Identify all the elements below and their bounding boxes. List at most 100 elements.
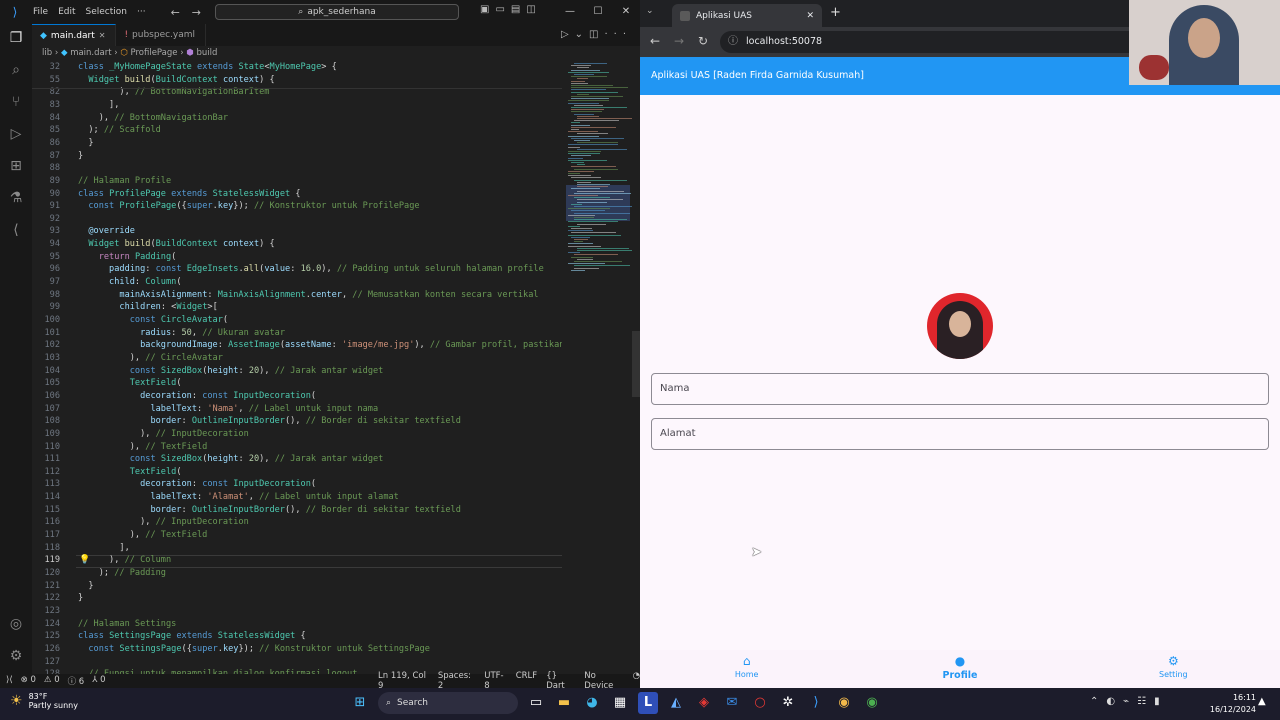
- chatgpt-icon[interactable]: ✲: [778, 692, 798, 714]
- editor-scrollbar[interactable]: [632, 61, 640, 674]
- code-line[interactable]: return Padding(: [78, 252, 177, 262]
- source-control-icon[interactable]: ⑂: [0, 94, 32, 110]
- nav-item-setting[interactable]: ⚙ Setting: [1067, 650, 1280, 688]
- explorer-icon[interactable]: ❐: [0, 30, 32, 46]
- close-tab-icon[interactable]: ✕: [806, 11, 814, 21]
- forward-icon[interactable]: →: [674, 34, 684, 48]
- reload-icon[interactable]: ↻: [698, 34, 708, 48]
- code-line[interactable]: // Halaman Profile: [78, 176, 171, 186]
- tab-main-dart[interactable]: ◆ main.dart ✕: [32, 24, 117, 47]
- app-l-icon[interactable]: L: [638, 692, 658, 714]
- code-line[interactable]: ],: [78, 100, 119, 110]
- code-line[interactable]: Widget build(BuildContext context) {: [78, 239, 274, 249]
- scrollbar-thumb[interactable]: [632, 331, 640, 397]
- menu-edit[interactable]: Edit: [53, 7, 80, 17]
- code-line[interactable]: class SettingsPage extends StatelessWidg…: [78, 631, 306, 641]
- code-line[interactable]: ), // Column: [78, 555, 171, 565]
- code-line[interactable]: ],: [78, 543, 129, 553]
- close-button[interactable]: ✕: [612, 0, 640, 24]
- edge-icon[interactable]: ◕: [582, 692, 602, 714]
- code-line[interactable]: const CircleAvatar(: [78, 315, 228, 325]
- code-line[interactable]: class ProfilePage extends StatelessWidge…: [78, 189, 301, 199]
- system-tray-icons[interactable]: ⌃◐⌁☷▮: [1090, 696, 1168, 707]
- code-line[interactable]: ), // BottomNavigationBar: [78, 113, 228, 123]
- code-line[interactable]: }: [78, 581, 93, 591]
- code-line[interactable]: class _MyHomePageState extends State<MyH…: [78, 62, 337, 72]
- vscode-taskbar-icon[interactable]: ⟩: [806, 692, 826, 714]
- code-editor[interactable]: 32 class _MyHomePageState extends State<M…: [32, 61, 562, 674]
- flutter-icon[interactable]: ⟨: [0, 222, 32, 238]
- code-line[interactable]: decoration: const InputDecoration(: [78, 391, 316, 401]
- command-center[interactable]: ⌕ apk_sederhana: [215, 4, 459, 20]
- minimize-button[interactable]: —: [556, 0, 584, 24]
- breadcrumb-file[interactable]: main.dart: [70, 48, 111, 58]
- editor-actions-icons[interactable]: ▷⌄◫···: [561, 29, 632, 40]
- store-icon[interactable]: ▦: [610, 692, 630, 714]
- remote-icon[interactable]: ⟩⟨: [6, 675, 13, 687]
- code-line[interactable]: }: [78, 151, 83, 161]
- account-icon[interactable]: ◎: [0, 616, 32, 632]
- code-line[interactable]: ), // InputDecoration: [78, 517, 249, 527]
- alamat-field[interactable]: Alamat: [651, 418, 1269, 450]
- code-line[interactable]: labelText: 'Alamat', // Label untuk inpu…: [78, 492, 398, 502]
- code-line[interactable]: // Halaman Settings: [78, 619, 176, 629]
- settings-gear-icon[interactable]: ⚙: [0, 648, 32, 664]
- breadcrumb-class[interactable]: ProfilePage: [131, 48, 178, 58]
- status-info[interactable]: ⓘ 6: [68, 675, 85, 687]
- mcafee-icon[interactable]: ◈: [694, 692, 714, 714]
- code-line[interactable]: radius: 50, // Ukuran avatar: [78, 328, 285, 338]
- task-view-icon[interactable]: ▭: [526, 692, 546, 714]
- nav-forward-icon[interactable]: →: [192, 6, 201, 19]
- breadcrumb-method[interactable]: build: [196, 48, 217, 58]
- site-info-icon[interactable]: ⓘ: [728, 31, 738, 53]
- code-line[interactable]: Widget build(BuildContext context) {: [78, 74, 275, 85]
- new-tab-icon[interactable]: +: [830, 5, 841, 20]
- extensions-icon[interactable]: ⊞: [0, 158, 32, 174]
- code-line[interactable]: decoration: const InputDecoration(: [78, 479, 316, 489]
- code-line[interactable]: @override: [78, 226, 135, 236]
- status-ports[interactable]: ⅄ 0: [92, 675, 105, 687]
- code-line[interactable]: const ProfilePage({super.key}); // Konst…: [78, 201, 419, 211]
- code-line[interactable]: const SizedBox(height: 20), // Jarak ant…: [78, 454, 384, 464]
- code-line[interactable]: TextField(: [78, 467, 182, 477]
- layout-toggle-icons[interactable]: ▣▭▤◫: [480, 4, 542, 15]
- notification-bell-icon[interactable]: ▲: [1258, 696, 1266, 707]
- chrome-icon[interactable]: ◉: [834, 692, 854, 714]
- clock[interactable]: 16:11 16/12/2024: [1208, 692, 1256, 716]
- weather-widget[interactable]: ☀ 83°F Partly sunny: [10, 692, 78, 710]
- code-line[interactable]: ); // Scaffold: [78, 125, 160, 135]
- code-line[interactable]: backgroundImage: AssetImage(assetName: '…: [78, 340, 562, 350]
- browser-tab[interactable]: Aplikasi UAS ✕: [672, 4, 822, 27]
- file-explorer-icon[interactable]: ▬: [554, 692, 574, 714]
- close-tab-icon[interactable]: ✕: [99, 25, 106, 47]
- code-line[interactable]: border: OutlineInputBorder(), // Border …: [78, 416, 460, 426]
- code-line[interactable]: ), // TextField: [78, 442, 208, 452]
- minimap[interactable]: [566, 61, 632, 674]
- code-line[interactable]: const SettingsPage({super.key}); // Kons…: [78, 644, 430, 654]
- code-line[interactable]: labelText: 'Nama', // Label untuk input …: [78, 404, 378, 414]
- code-line[interactable]: ), // TextField: [78, 530, 208, 540]
- opera-icon[interactable]: ○: [750, 692, 770, 714]
- tab-pubspec-yaml[interactable]: ! pubspec.yaml: [116, 24, 207, 46]
- status-warnings[interactable]: ⚠ 0: [44, 675, 60, 687]
- code-line[interactable]: const SizedBox(height: 20), // Jarak ant…: [78, 366, 384, 376]
- code-line[interactable]: border: OutlineInputBorder(), // Border …: [78, 505, 460, 515]
- code-line[interactable]: TextField(: [78, 378, 182, 388]
- outlook-icon[interactable]: ✉: [722, 692, 742, 714]
- maximize-button[interactable]: ☐: [584, 0, 612, 24]
- search-icon[interactable]: ⌕: [0, 62, 32, 78]
- code-line[interactable]: ); // Padding: [78, 568, 166, 578]
- menu-file[interactable]: File: [28, 7, 53, 17]
- back-icon[interactable]: ←: [650, 34, 660, 48]
- taskbar-search[interactable]: ⌕ Search: [378, 692, 518, 714]
- app-tool-icon[interactable]: ◭: [666, 692, 686, 714]
- code-line[interactable]: padding: const EdgeInsets.all(value: 16.…: [78, 264, 544, 274]
- testing-icon[interactable]: ⚗: [0, 190, 32, 206]
- nav-back-icon[interactable]: ←: [171, 6, 180, 19]
- code-line[interactable]: ), // InputDecoration: [78, 429, 249, 439]
- tab-list-icon[interactable]: ⌄: [646, 6, 654, 16]
- code-line[interactable]: }: [78, 593, 83, 603]
- code-line[interactable]: ), // CircleAvatar: [78, 353, 223, 363]
- code-line[interactable]: mainAxisAlignment: MainAxisAlignment.cen…: [78, 290, 538, 300]
- code-line[interactable]: }: [78, 138, 93, 148]
